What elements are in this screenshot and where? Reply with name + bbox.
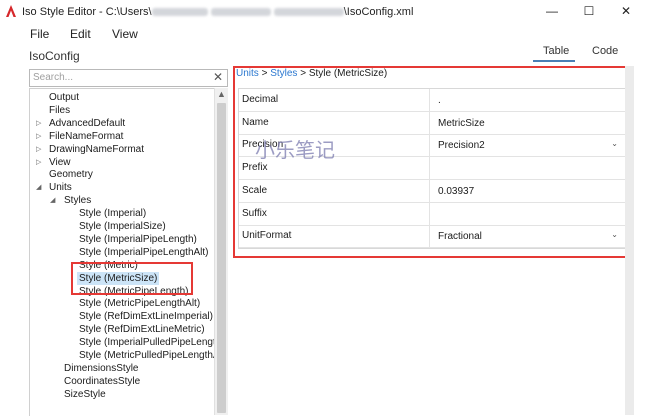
- window-title: Iso Style Editor - C:\Users\ \IsoConfig.…: [22, 6, 413, 18]
- tree-node[interactable]: DrawingNameFormat: [49, 143, 144, 156]
- tab-table[interactable]: Table: [543, 45, 569, 57]
- window-title-suffix: \IsoConfig.xml: [343, 6, 414, 18]
- close-button[interactable]: ✕: [617, 3, 635, 19]
- tree-node[interactable]: SizeStyle: [64, 388, 106, 401]
- tree-node[interactable]: AdvancedDefault: [49, 117, 125, 130]
- tree-node[interactable]: Style (ImperialPulledPipeLength: [79, 336, 221, 349]
- expand-arrow-icon[interactable]: ▷: [36, 130, 41, 143]
- tree-node[interactable]: Style (MetricPulledPipeLengthA: [79, 349, 220, 362]
- title-bar: Iso Style Editor - C:\Users\ \IsoConfig.…: [0, 0, 654, 24]
- tree-node[interactable]: View: [49, 156, 71, 169]
- tree-node[interactable]: FileNameFormat: [49, 130, 123, 143]
- clear-search-icon[interactable]: ✕: [213, 70, 223, 84]
- watermark: 小乐笔记: [255, 138, 335, 162]
- config-tree: Output Files ▷ AdvancedDefault ▷ FileNameForm…: [29, 88, 228, 416]
- search-input[interactable]: [30, 70, 203, 84]
- autocad-app-icon: [6, 5, 16, 17]
- tree-node[interactable]: Style (MetricPipeLengthAlt): [79, 297, 200, 310]
- expand-arrow-icon[interactable]: ▷: [36, 156, 41, 169]
- menu-file[interactable]: File: [30, 27, 49, 41]
- collapse-arrow-icon[interactable]: ◢: [50, 194, 55, 207]
- redacted-path-3: [273, 8, 344, 17]
- tree-scrollbar-thumb[interactable]: [217, 103, 226, 413]
- menu-edit[interactable]: Edit: [70, 27, 91, 41]
- redacted-path-1: [151, 8, 208, 17]
- selection-highlight-box: [71, 262, 193, 295]
- tree-node[interactable]: Units: [49, 181, 72, 194]
- tree-node[interactable]: Styles: [64, 194, 91, 207]
- expand-arrow-icon[interactable]: ▷: [36, 117, 41, 130]
- menu-bar: File Edit View: [0, 24, 654, 44]
- tab-code[interactable]: Code: [592, 45, 618, 57]
- window-title-prefix: Iso Style Editor - C:\Users\: [22, 6, 152, 18]
- collapse-arrow-icon[interactable]: ◢: [36, 181, 41, 194]
- section-title: IsoConfig: [29, 49, 80, 63]
- tree-node[interactable]: Output: [49, 91, 79, 104]
- tree-node[interactable]: Style (ImperialPipeLengthAlt): [79, 246, 209, 259]
- tree-node[interactable]: Style (ImperialPipeLength): [79, 233, 197, 246]
- tree-node[interactable]: CoordinatesStyle: [64, 375, 140, 388]
- tree-node[interactable]: Style (Imperial): [79, 207, 146, 220]
- menu-view[interactable]: View: [112, 27, 138, 41]
- active-tab-indicator: [533, 60, 575, 62]
- right-scrollbar[interactable]: [625, 66, 634, 415]
- tree-node[interactable]: Style (ImperialSize): [79, 220, 166, 233]
- minimize-button[interactable]: —: [543, 3, 561, 19]
- search-box: ✕: [29, 69, 228, 87]
- scroll-up-icon[interactable]: ▲: [215, 88, 228, 101]
- maximize-button[interactable]: ☐: [580, 3, 598, 19]
- redacted-path-2: [210, 8, 271, 17]
- tree-scrollbar[interactable]: ▲: [214, 88, 228, 415]
- tree-node[interactable]: DimensionsStyle: [64, 362, 138, 375]
- expand-arrow-icon[interactable]: ▷: [36, 143, 41, 156]
- tree-node[interactable]: Style (RefDimExtLineMetric): [79, 323, 205, 336]
- tree-node[interactable]: Files: [49, 104, 70, 117]
- tree-node[interactable]: Geometry: [49, 168, 93, 181]
- tree-node[interactable]: Style (RefDimExtLineImperial): [79, 310, 213, 323]
